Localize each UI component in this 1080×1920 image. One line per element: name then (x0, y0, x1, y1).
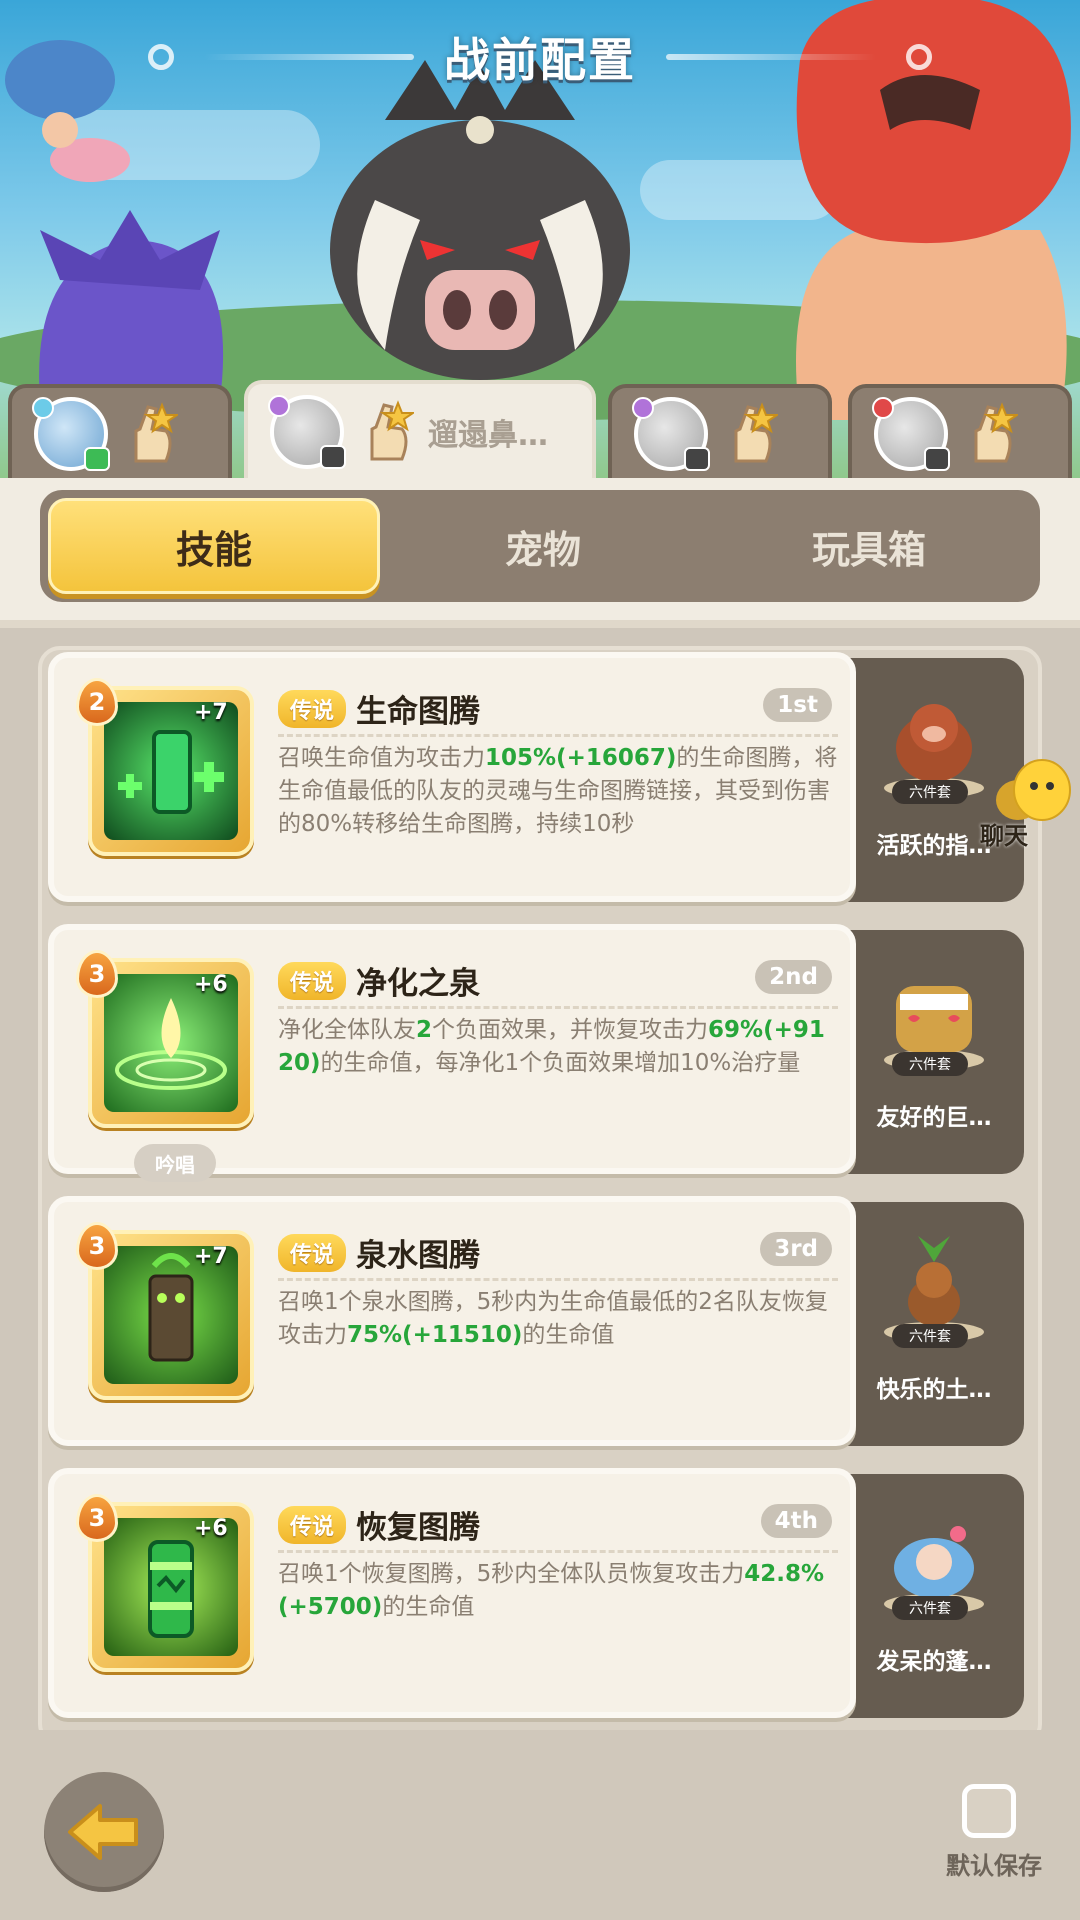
class-badge-icon (872, 397, 894, 419)
avatar (32, 397, 110, 471)
player-name: 遛遢鼻… (428, 418, 548, 453)
skill-row[interactable]: 六件套 友好的巨… 3 +6 传说 净化之泉 2nd 净化全体队友2个负面效果，… (48, 924, 1028, 1182)
rank-badge: 3rd (760, 1232, 832, 1266)
pet-set-tag: 六件套 (892, 1052, 968, 1076)
class-badge-icon (268, 395, 290, 417)
player-tab-2[interactable]: 遛遢鼻… (244, 380, 596, 480)
back-button[interactable] (44, 1772, 164, 1892)
skill-description: 召唤1个恢复图腾，5秒内全体队员恢复攻击力42.8%(+5700)的生命值 (278, 1561, 825, 1620)
skill-description: 召唤生命值为攻击力105%(+16067)的生命图腾，将生命值最低的队友的灵魂与… (278, 745, 838, 837)
avatar (872, 397, 950, 471)
category-tab-bar: 技能 宠物 玩具箱 (40, 490, 1040, 602)
skill-row[interactable]: 六件套 快乐的土… 3 +7 传说 泉水图腾 3rd 召唤1个泉水图腾，5秒内为… (48, 1196, 1028, 1446)
like-hand-icon (734, 402, 778, 463)
skill-card[interactable]: 3 +6 传说 恢复图腾 4th 召唤1个恢复图腾，5秒内全体队员恢复攻击力42… (48, 1468, 856, 1718)
skill-name: 恢复图腾 (356, 1510, 481, 1546)
avatar (632, 397, 710, 471)
skill-name: 泉水图腾 (356, 1238, 481, 1274)
skill-plus-level: +6 (194, 1516, 228, 1541)
like-hand-icon (370, 400, 414, 461)
pet-name: 快乐的土… (876, 1377, 992, 1403)
skill-description: 召唤1个泉水图腾，5秒内为生命值最低的2名队友恢复攻击力75%(+11510)的… (278, 1289, 828, 1348)
player-tab-4[interactable] (848, 384, 1072, 480)
pet-name: 友好的巨… (876, 1105, 992, 1131)
boar-boss-illustration (330, 60, 630, 380)
pet-slot[interactable]: 六件套 发呆的蓬… (844, 1474, 1024, 1718)
skill-row[interactable]: 六件套 发呆的蓬… 3 +6 传说 恢复图腾 4th 召唤1个恢复图腾，5秒内全… (48, 1468, 1028, 1718)
avatar (268, 395, 346, 469)
divider (0, 620, 1080, 628)
skill-card[interactable]: 3 +7 传说 泉水图腾 3rd 召唤1个泉水图腾，5秒内为生命值最低的2名队友… (48, 1196, 856, 1446)
purple-hair-character-illustration (39, 210, 224, 400)
skill-plus-level: +6 (194, 972, 228, 997)
chat-status-icon (84, 447, 110, 471)
tab-skills[interactable]: 技能 (48, 498, 380, 594)
player-tab-3[interactable] (608, 384, 832, 480)
rank-badge: 1st (763, 688, 832, 722)
class-badge-icon (32, 397, 54, 419)
skill-plus-level: +7 (194, 700, 228, 725)
pet-set-tag: 六件套 (892, 1324, 968, 1348)
cast-type-tag: 吟唱 (134, 1144, 216, 1182)
player-tab-1[interactable] (8, 384, 232, 480)
pet-set-tag: 六件套 (892, 780, 968, 804)
skill-name: 生命图腾 (356, 694, 481, 730)
rank-badge: 2nd (755, 960, 832, 994)
player-tab-bar: 遛遢鼻… (0, 380, 1080, 480)
pet-slot[interactable]: 六件套 友好的巨… (844, 930, 1024, 1174)
skill-card[interactable]: 2 +7 传说 生命图腾 1st 召唤生命值为攻击力105%(+16067)的生… (48, 652, 856, 902)
rarity-badge: 传说 (278, 961, 347, 1000)
like-hand-icon (134, 402, 178, 463)
default-save-label[interactable]: 默认保存 (934, 1846, 1054, 1881)
like-hand-icon (974, 402, 1018, 463)
page-title: 战前配置 (444, 33, 636, 87)
tab-toybox[interactable]: 玩具箱 (706, 498, 1032, 594)
rarity-badge: 传说 (278, 1505, 347, 1544)
music-status-icon (684, 447, 710, 471)
rank-badge: 4th (760, 1504, 832, 1538)
pet-slot[interactable]: 六件套 快乐的土… (844, 1202, 1024, 1446)
rarity-badge: 传说 (278, 689, 347, 728)
skill-plus-level: +7 (194, 1244, 228, 1269)
music-status-icon (320, 445, 346, 469)
pet-name: 发呆的蓬… (876, 1649, 992, 1675)
chat-label[interactable]: 聊天 (980, 816, 1028, 851)
skill-description: 净化全体队友2个负面效果，并恢复攻击力69%(+9120)的生命值，每净化1个负… (278, 1017, 825, 1076)
default-save-checkbox[interactable] (962, 1784, 1016, 1838)
skill-row[interactable]: 六件套 活跃的指… 2 +7 传说 生命图腾 1st 召唤生命值为攻击力105%… (48, 652, 1028, 902)
rarity-badge: 传说 (278, 1233, 347, 1272)
skill-card[interactable]: 3 +6 传说 净化之泉 2nd 净化全体队友2个负面效果，并恢复攻击力69%(… (48, 924, 856, 1182)
skill-name: 净化之泉 (356, 966, 481, 1002)
back-arrow-icon (68, 1804, 138, 1860)
class-badge-icon (632, 397, 654, 419)
music-status-icon (924, 447, 950, 471)
tab-pets[interactable]: 宠物 (380, 498, 706, 594)
pet-set-tag: 六件套 (892, 1596, 968, 1620)
